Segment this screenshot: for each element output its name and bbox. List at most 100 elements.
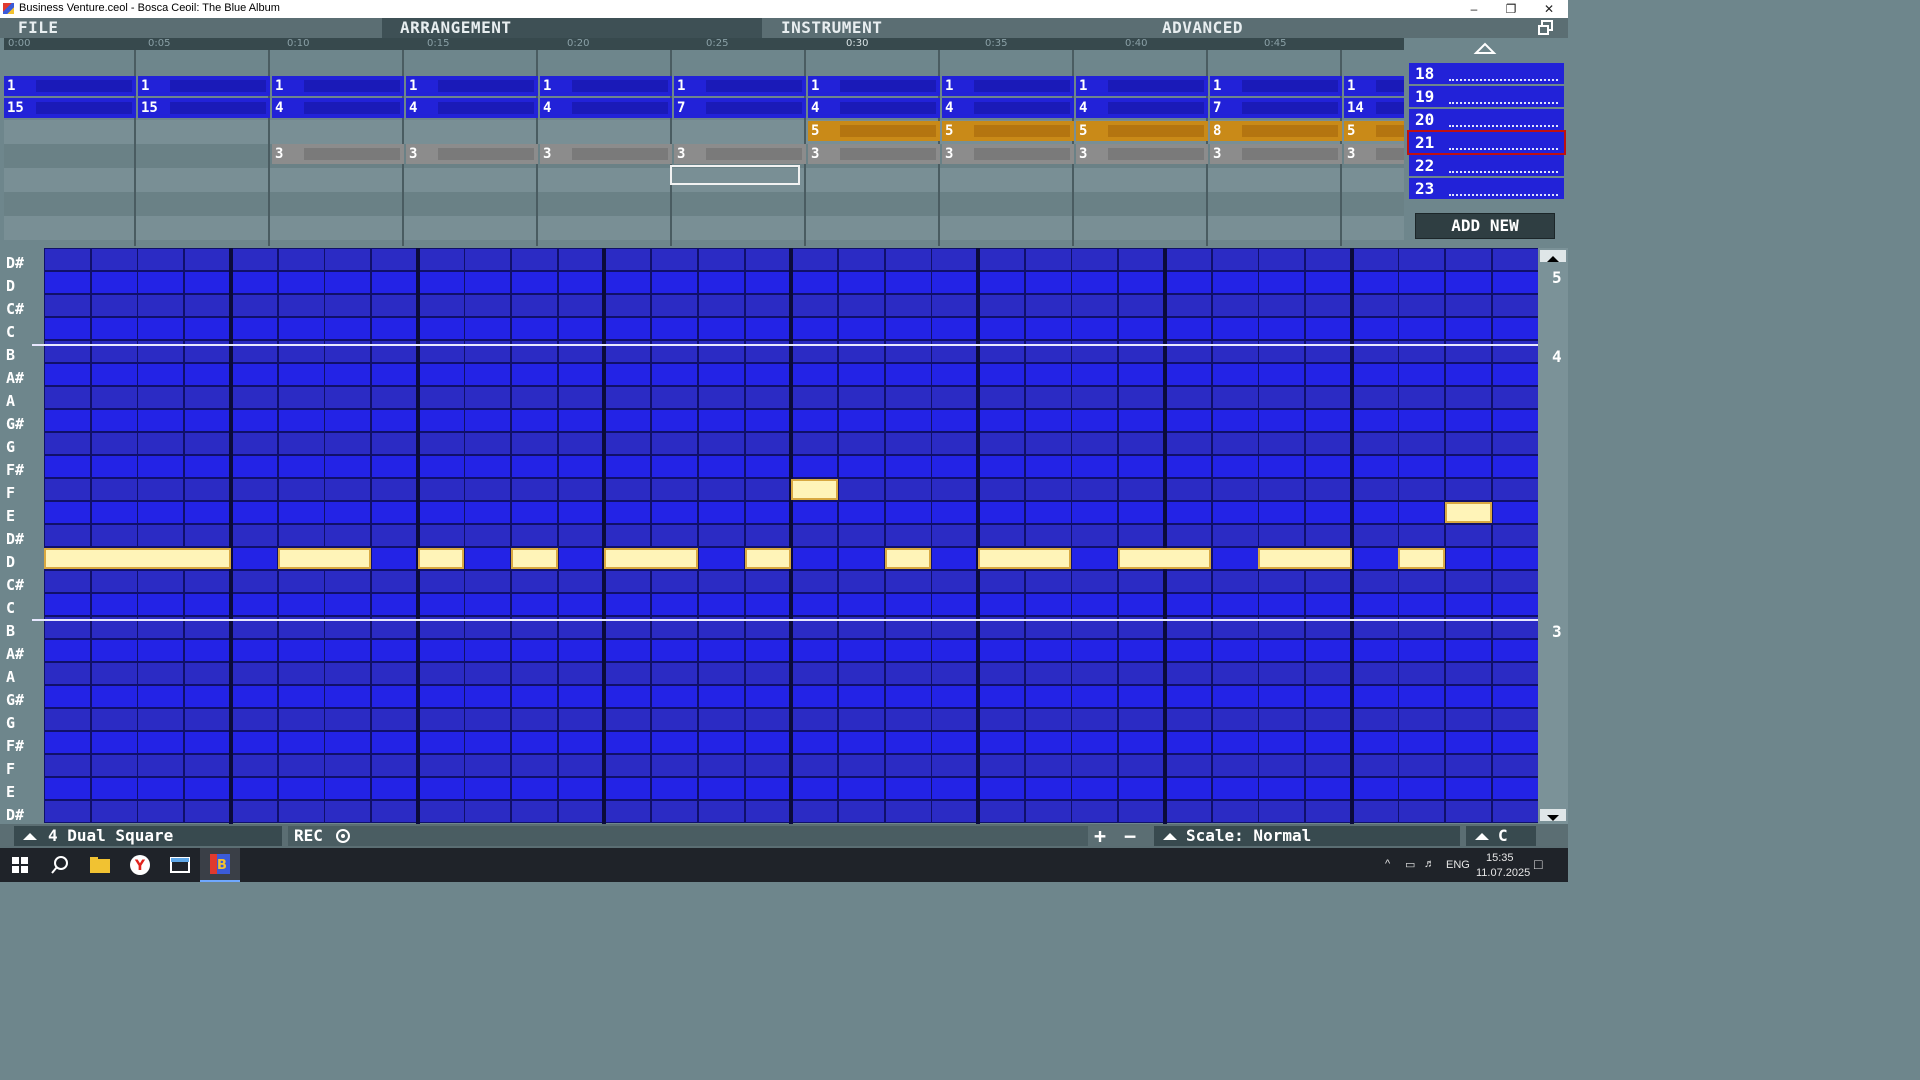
arrangement-pattern[interactable]: 4 <box>540 98 672 118</box>
arrangement-panel[interactable]: 0:00 0:05 0:10 0:15 0:20 0:25 0:30 0:35 … <box>4 38 1404 248</box>
arrangement-pattern[interactable]: 3 <box>540 144 672 164</box>
scroll-up-icon[interactable] <box>1540 250 1566 262</box>
note-block[interactable] <box>417 548 465 569</box>
record-icon[interactable] <box>336 829 350 843</box>
clock-date[interactable]: 11.07.2025 <box>1476 867 1530 879</box>
note-block[interactable] <box>744 548 792 569</box>
arrangement-pattern[interactable]: 3 <box>942 144 1074 164</box>
arrangement-pattern[interactable]: 1 <box>1344 76 1404 96</box>
window-app-icon[interactable] <box>160 848 200 882</box>
pattern-preview <box>304 102 400 114</box>
instrument-name[interactable]: 4 Dual Square <box>48 824 173 848</box>
arrangement-pattern[interactable]: 4 <box>808 98 940 118</box>
arrangement-pattern[interactable]: 3 <box>1344 144 1404 164</box>
pattern-item[interactable]: 19 <box>1409 86 1564 107</box>
arrangement-pattern[interactable]: 7 <box>674 98 806 118</box>
timeline-ruler[interactable]: 0:00 0:05 0:10 0:15 0:20 0:25 0:30 0:35 … <box>4 38 1404 50</box>
pattern-item[interactable]: 20 <box>1409 109 1564 130</box>
arrangement-pattern[interactable]: 5 <box>942 121 1074 141</box>
pattern-number: 1 <box>275 78 284 94</box>
arrangement-pattern[interactable]: 1 <box>674 76 806 96</box>
arrangement-pattern[interactable]: 5 <box>808 121 940 141</box>
add-new-button[interactable]: ADD NEW <box>1415 213 1555 239</box>
note-block[interactable] <box>1258 548 1352 569</box>
arrangement-pattern[interactable]: 5 <box>1344 121 1404 141</box>
arrangement-pattern[interactable]: 8 <box>1210 121 1342 141</box>
note-block[interactable] <box>791 479 838 500</box>
arrangement-pattern[interactable]: 5 <box>1076 121 1208 141</box>
close-button[interactable]: ✕ <box>1530 0 1568 18</box>
note-block[interactable] <box>1118 548 1212 569</box>
tray-chevron-icon[interactable]: ^ <box>1385 858 1390 870</box>
arrangement-pattern[interactable]: 4 <box>1076 98 1208 118</box>
arrangement-pattern[interactable]: 4 <box>942 98 1074 118</box>
key-selector[interactable]: C <box>1498 824 1508 848</box>
notifications-icon[interactable]: □ <box>1534 856 1542 872</box>
note-block[interactable] <box>884 548 932 569</box>
chevron-up-icon[interactable] <box>1473 40 1497 56</box>
file-explorer-icon[interactable] <box>80 848 120 882</box>
pattern-preview <box>706 80 802 92</box>
restore-button[interactable]: ❐ <box>1492 0 1530 18</box>
bosca-ceoil-icon[interactable]: B <box>200 848 240 882</box>
arrangement-pattern[interactable]: 3 <box>1210 144 1342 164</box>
key-up-icon[interactable] <box>1472 828 1492 844</box>
network-icon[interactable]: ▭ <box>1405 858 1415 871</box>
volume-icon[interactable]: ♬ <box>1424 858 1435 870</box>
pattern-item-selected[interactable]: 21 <box>1407 130 1566 155</box>
yandex-browser-icon[interactable]: Y <box>120 848 160 882</box>
arrangement-pattern[interactable]: 7 <box>1210 98 1342 118</box>
arrangement-pattern[interactable]: 1 <box>272 76 404 96</box>
tab-file[interactable]: FILE <box>18 18 59 38</box>
note-block[interactable] <box>277 548 371 569</box>
arrangement-pattern[interactable]: 15 <box>4 98 136 118</box>
note-block[interactable] <box>1398 548 1445 569</box>
arrangement-pattern[interactable]: 1 <box>4 76 136 96</box>
arrangement-pattern[interactable]: 1 <box>808 76 940 96</box>
pattern-item[interactable]: 18 <box>1409 63 1564 84</box>
note-block[interactable] <box>978 548 1072 569</box>
tab-arrangement[interactable]: ARRANGEMENT <box>400 18 511 38</box>
zoom-out-button[interactable]: − <box>1124 824 1136 848</box>
rec-button[interactable]: REC <box>294 824 323 848</box>
arrangement-pattern[interactable]: 4 <box>406 98 538 118</box>
language-indicator[interactable]: ENG <box>1446 859 1470 871</box>
windows-start-icon[interactable] <box>0 848 40 882</box>
note-block[interactable] <box>1445 502 1492 523</box>
arrangement-pattern[interactable]: 3 <box>272 144 404 164</box>
pattern-preview <box>974 80 1070 92</box>
arrangement-pattern[interactable]: 1 <box>406 76 538 96</box>
clock-time[interactable]: 15:35 <box>1486 852 1514 864</box>
arrangement-pattern[interactable]: 3 <box>406 144 538 164</box>
minimize-button[interactable]: – <box>1455 0 1493 18</box>
arrangement-pattern[interactable]: 1 <box>540 76 672 96</box>
arrangement-pattern[interactable]: 1 <box>942 76 1074 96</box>
arrangement-pattern[interactable]: 3 <box>674 144 806 164</box>
piano-key-label: G <box>6 714 16 732</box>
scale-up-icon[interactable] <box>1160 828 1180 844</box>
search-icon[interactable] <box>40 848 80 882</box>
arrangement-pattern[interactable]: 14 <box>1344 98 1404 118</box>
note-grid[interactable] <box>32 248 1539 824</box>
tab-instrument[interactable]: INSTRUMENT <box>781 18 882 38</box>
arrangement-pattern[interactable]: 1 <box>1076 76 1208 96</box>
arrangement-pattern[interactable]: 1 <box>138 76 270 96</box>
pattern-number: 1 <box>811 78 820 94</box>
arrangement-pattern[interactable]: 4 <box>272 98 404 118</box>
pattern-item[interactable]: 23 <box>1409 178 1564 199</box>
note-block[interactable] <box>511 548 558 569</box>
arrangement-cursor[interactable] <box>670 165 800 185</box>
arrangement-pattern[interactable]: 15 <box>138 98 270 118</box>
scale-selector[interactable]: Scale: Normal <box>1186 824 1311 848</box>
pattern-item[interactable]: 22 <box>1409 155 1564 176</box>
arrangement-pattern[interactable]: 3 <box>1076 144 1208 164</box>
instrument-up-icon[interactable] <box>20 828 40 844</box>
arrangement-pattern[interactable]: 1 <box>1210 76 1342 96</box>
arrangement-pattern[interactable]: 3 <box>808 144 940 164</box>
scroll-down-icon[interactable] <box>1540 809 1566 821</box>
note-block[interactable] <box>44 548 231 569</box>
fullscreen-icon[interactable] <box>1538 20 1554 36</box>
zoom-in-button[interactable]: + <box>1094 824 1106 848</box>
note-block[interactable] <box>604 548 698 569</box>
tab-advanced[interactable]: ADVANCED <box>1162 18 1243 38</box>
